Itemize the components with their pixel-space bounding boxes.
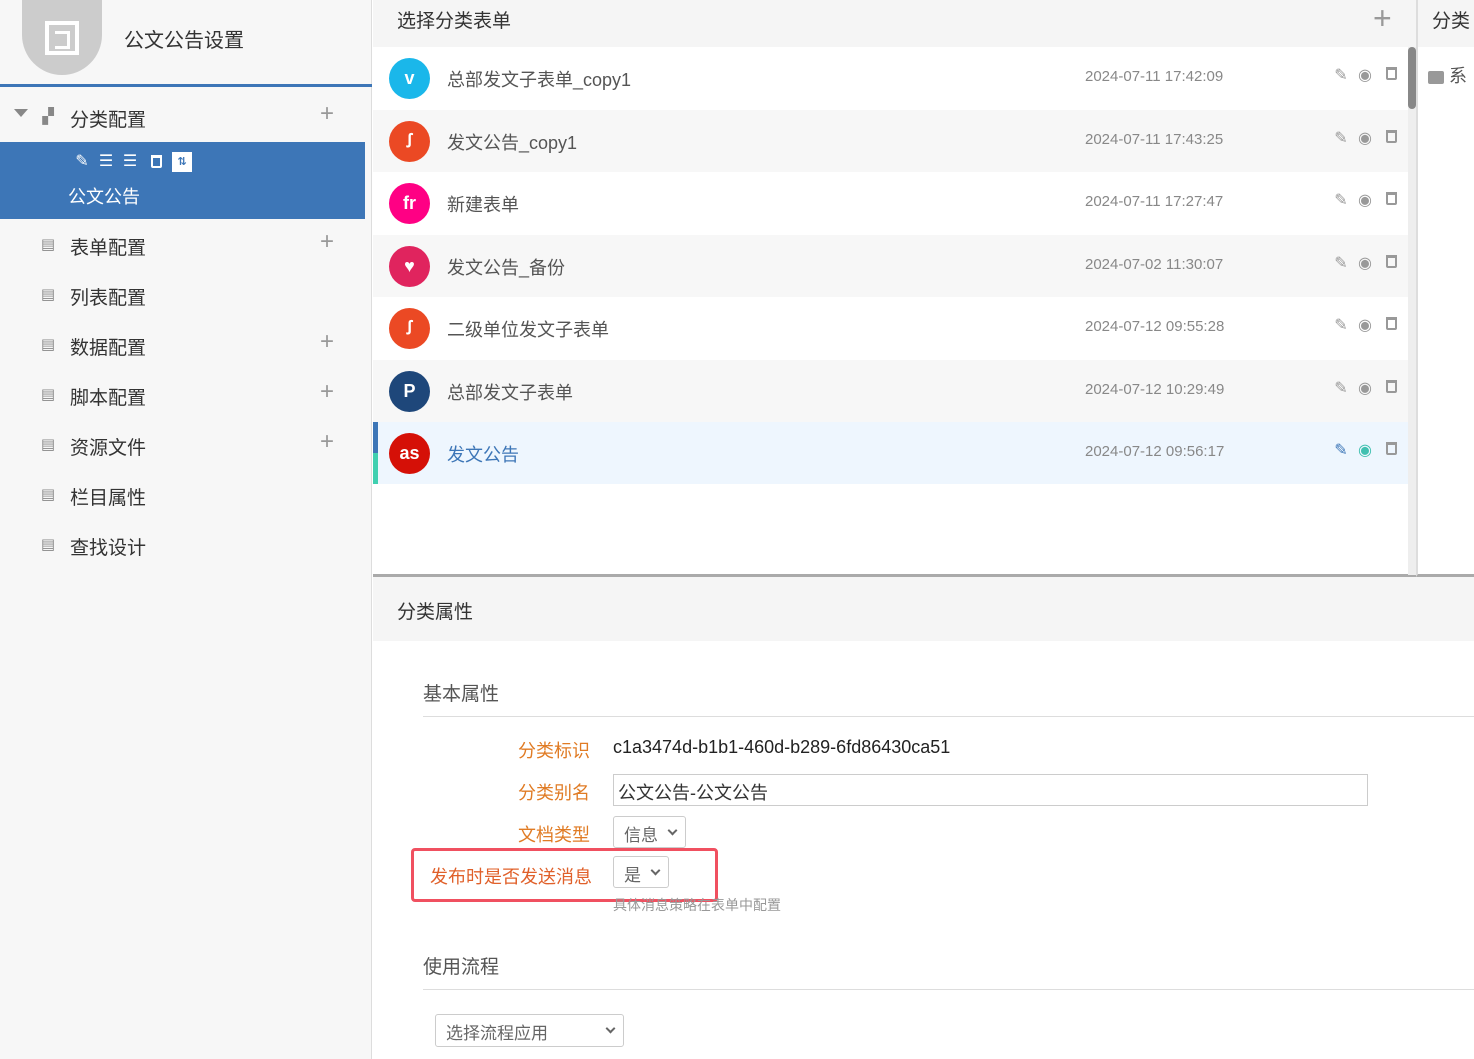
add-button[interactable]: + [320,100,342,128]
edit-icon[interactable]: ✎ [1331,128,1351,148]
app-title: 公文公告设置 [124,30,244,52]
list-icon: ▤ [40,286,56,303]
lastfm-icon: as [389,433,430,474]
eye-icon[interactable]: ◉ [1355,128,1375,148]
chevron-down-icon [667,825,678,836]
list-item[interactable]: as 发文公告 2024-07-12 09:56:17 ✎ ◉ [373,422,1408,484]
folder-icon [1428,70,1444,84]
eye-icon[interactable]: ◉ [1355,378,1375,398]
divider [0,84,372,87]
alias-input[interactable]: 公文公告-公文公告 [613,774,1368,806]
section-title: 分类属性 [373,577,1474,641]
trash-icon[interactable] [1381,128,1401,146]
app-logo-icon [22,0,102,75]
fr-icon: fr [389,183,430,224]
chart-icon: ▤ [40,336,56,353]
scrollbar[interactable] [1408,47,1416,575]
sidebar-item[interactable]: ▤ 栏目属性 [0,470,365,520]
outdent-icon[interactable]: ☰ [120,152,140,172]
eye-icon[interactable]: ◉ [1355,190,1375,210]
terminal-icon: ▤ [40,436,56,453]
trash-icon[interactable] [146,152,166,172]
notify-select[interactable]: 是 [613,856,669,888]
stumbleupon-icon: ꭍ [389,120,430,162]
add-button[interactable]: + [320,428,342,456]
trash-icon[interactable] [1381,253,1401,271]
paypal-icon: P [389,370,430,412]
form-icon: ▤ [40,236,56,253]
binoculars-icon: ▤ [40,536,56,553]
flow-select[interactable]: 选择流程应用 [435,1014,624,1047]
eye-icon[interactable]: ◉ [1355,65,1375,85]
sidebar-item[interactable]: ▤ 数据配置 + [0,320,365,370]
eye-icon[interactable]: ◉ [1355,440,1375,460]
sidebar-group-category[interactable]: ▞ 分类配置 + [0,92,365,142]
basic-heading: 基本属性 [423,679,1474,717]
edit-icon[interactable]: ✎ [1331,190,1351,210]
add-button[interactable]: + [320,378,342,406]
edit-icon[interactable]: ✎ [72,152,92,172]
list-item[interactable]: ꭍ 发文公告_copy1 2024-07-11 17:43:25 ✎ ◉ [373,109,1408,172]
edit-icon[interactable]: ✎ [1331,378,1351,398]
category-properties: 分类属性 基本属性 分类标识 c1a3474d-b1b1-460d-b289-6… [373,577,1474,1059]
sidebar-item[interactable]: ▤ 列表配置 [0,270,365,320]
edit-icon[interactable]: ✎ [1331,440,1351,460]
chevron-down-icon [605,1023,616,1034]
panel-title: 选择分类表单 [397,11,512,32]
trash-icon[interactable] [1381,190,1401,208]
edit-icon[interactable]: ✎ [1331,65,1351,85]
sidebar-item[interactable]: ▤ 脚本配置 + [0,370,365,420]
chevron-down-icon [650,865,661,876]
vimeo-icon: v [389,58,430,99]
sidebar-item[interactable]: ▤ 资源文件 + [0,420,365,470]
indent-icon[interactable]: ☰ [96,152,116,172]
list-item[interactable]: fr 新建表单 2024-07-11 17:27:47 ✎ ◉ [373,172,1408,234]
list-item[interactable]: P 总部发文子表单 2024-07-12 10:29:49 ✎ ◉ [373,359,1408,422]
folder-item[interactable]: 系 [1428,62,1472,88]
list-item[interactable]: v 总部发文子表单_copy1 2024-07-11 17:42:09 ✎ ◉ [373,47,1408,109]
sidebar: 公文公告设置 ▞ 分类配置 + ✎ ☰ ☰ ⇅ 公文公告 ▤ 表单配置 + ▤ 列表配置… [0,0,372,1059]
category-id: c1a3474d-b1b1-460d-b289-6fd86430ca51 [613,737,951,757]
trash-icon[interactable] [1381,440,1401,458]
right-panel: 分类 系 [1416,0,1474,577]
list-item[interactable]: ♥ 发文公告_备份 2024-07-02 11:30:07 ✎ ◉ [373,234,1408,297]
stumbleupon-icon: ꭍ [389,308,430,349]
trash-icon[interactable] [1381,65,1401,83]
sidebar-item[interactable]: ▤ 表单配置 + [0,220,365,270]
doctype-select[interactable]: 信息 [613,816,686,848]
right-panel-title: 分类 [1418,0,1474,47]
list-item[interactable]: ꭍ 二级单位发文子表单 2024-07-12 09:55:28 ✎ ◉ [373,297,1408,359]
heart-icon: ♥ [389,245,430,287]
add-button[interactable]: + [320,228,342,256]
eye-icon[interactable]: ◉ [1355,315,1375,335]
add-icon[interactable]: + [1373,0,1399,37]
add-button[interactable]: + [320,328,342,356]
sitemap-icon: ▞ [42,108,54,125]
trash-icon[interactable] [1381,378,1401,396]
form-list-panel: 选择分类表单 + v 总部发文子表单_copy1 2024-07-11 17:42… [373,0,1416,577]
sort-icon[interactable]: ⇅ [172,152,192,172]
sidebar-item-selected[interactable]: ✎ ☰ ☰ ⇅ 公文公告 [0,142,365,219]
trash-icon[interactable] [1381,315,1401,333]
edit-icon[interactable]: ✎ [1331,315,1351,335]
flow-heading: 使用流程 [423,952,1474,990]
terminal-icon: ▤ [40,386,56,403]
eye-icon[interactable]: ◉ [1355,253,1375,273]
caret-down-icon[interactable] [14,109,28,117]
sliders-icon: ▤ [40,486,56,503]
sidebar-item[interactable]: ▤ 查找设计 [0,520,365,570]
edit-icon[interactable]: ✎ [1331,253,1351,273]
